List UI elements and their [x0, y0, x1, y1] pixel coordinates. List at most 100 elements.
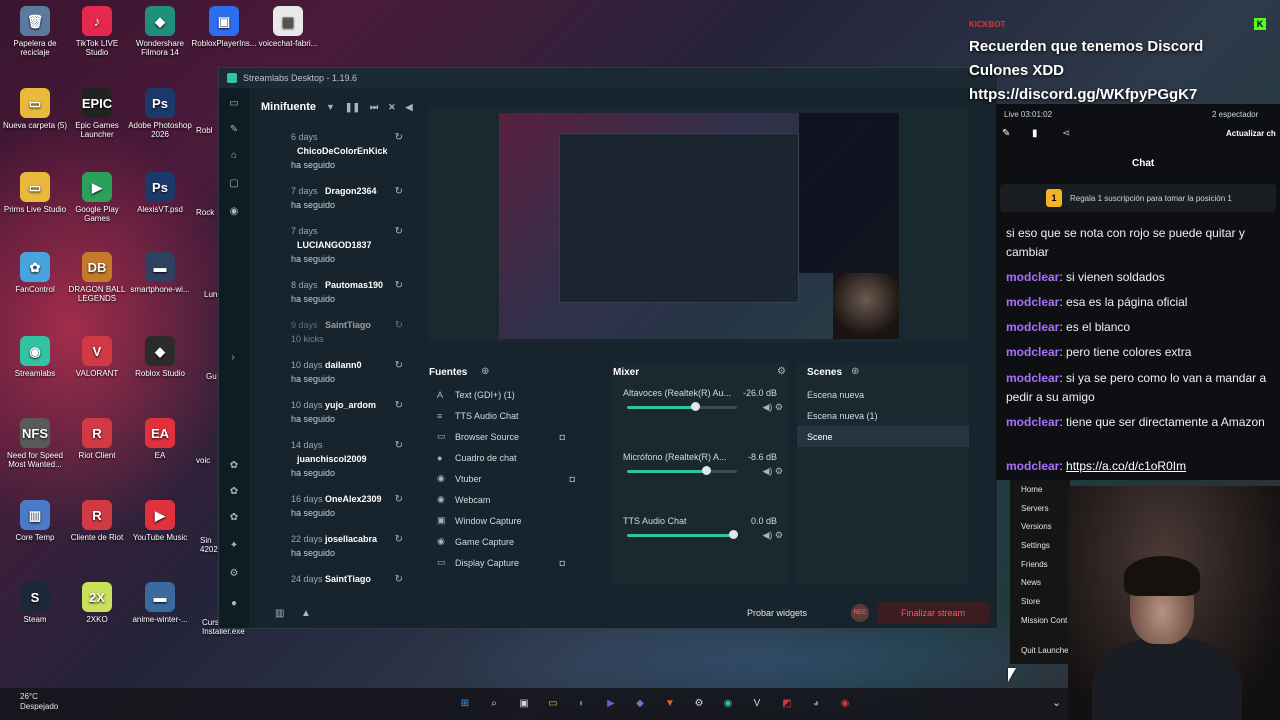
mute-icon[interactable]: ✕: [388, 102, 396, 113]
replay-icon[interactable]: ↻: [395, 132, 403, 143]
source-item[interactable]: ◉ Webcam: [429, 489, 601, 510]
source-item[interactable]: A Text (GDI+) (1): [429, 384, 601, 405]
app-icon[interactable]: ✿: [228, 486, 240, 498]
context-menu-item[interactable]: Versions: [1021, 522, 1052, 531]
desktop-icon[interactable]: ✿ FanControl: [2, 252, 68, 294]
streamlabs-icon[interactable]: ◉: [720, 695, 736, 711]
desktop-icon[interactable]: V VALORANT: [64, 336, 130, 378]
volume-icon[interactable]: ◀: [406, 102, 413, 113]
clip-icon[interactable]: ▮: [1032, 128, 1038, 139]
source-item[interactable]: ▭ Browser Source ◘: [429, 426, 601, 447]
end-stream-button[interactable]: Finalizar stream: [877, 602, 989, 624]
gift-sub-banner[interactable]: Regala 1 suscripción para tomar la posic…: [1000, 184, 1276, 212]
context-menu-item[interactable]: Servers: [1021, 504, 1049, 513]
desktop-icon[interactable]: ◆ Roblox Studio: [127, 336, 193, 378]
task-view-icon[interactable]: ▣: [516, 695, 532, 711]
apps-icon[interactable]: ✿: [228, 460, 240, 472]
update-button[interactable]: Actualizar ch: [1226, 129, 1276, 138]
lock-icon[interactable]: ◘: [560, 432, 565, 442]
mixer-settings-icon[interactable]: ⚙: [777, 366, 786, 377]
context-menu-item[interactable]: Store: [1021, 597, 1040, 606]
context-menu-item[interactable]: Home: [1021, 485, 1042, 494]
skip-icon[interactable]: ⏭: [370, 102, 378, 113]
desktop-icon[interactable]: ◆ Wondershare Filmora 14: [127, 6, 193, 57]
vegas-icon[interactable]: V: [749, 695, 765, 711]
desktop-icon[interactable]: ▤ voicechat-fabri...: [255, 6, 321, 48]
recorder-icon[interactable]: ◉: [837, 695, 853, 711]
lock-icon[interactable]: ◘: [560, 558, 565, 568]
filter-icon[interactable]: ▼: [326, 102, 335, 112]
stats-icon[interactable]: ▥: [275, 608, 284, 619]
volume-knob[interactable]: [691, 402, 701, 411]
chat-username[interactable]: modclear: [1006, 295, 1059, 309]
desktop-icon[interactable]: R Cliente de Riot: [64, 500, 130, 542]
desktop-icon[interactable]: 2X 2XKO: [64, 582, 130, 624]
replay-icon[interactable]: ↻: [395, 440, 403, 451]
volume-slider[interactable]: [627, 466, 737, 475]
share-icon[interactable]: ⋖: [1062, 128, 1070, 139]
desktop-icon[interactable]: Ps Adobe Photoshop 2026: [127, 88, 193, 139]
windows-start-icon[interactable]: ⊞: [457, 695, 473, 711]
chat-username[interactable]: modclear: [1006, 459, 1059, 473]
desktop-icon[interactable]: ♪ TikTok LIVE Studio: [64, 6, 130, 57]
chat-username[interactable]: modclear: [1006, 371, 1059, 385]
sparkle-icon[interactable]: ✦: [228, 540, 240, 552]
replay-icon[interactable]: ↻: [395, 574, 403, 585]
editor-icon[interactable]: ▭: [228, 98, 240, 110]
scene-item[interactable]: Escena nueva (1): [797, 405, 969, 426]
record-button[interactable]: REC: [851, 604, 869, 622]
scene-item[interactable]: Scene: [797, 426, 969, 447]
replay-icon[interactable]: ↻: [395, 534, 403, 545]
replay-icon[interactable]: ↻: [395, 226, 403, 237]
app-icon[interactable]: ◆: [632, 695, 648, 711]
replay-icon[interactable]: ↻: [395, 400, 403, 411]
volume-mute-icon[interactable]: ◀) ⚙: [763, 466, 784, 477]
desktop-icon[interactable]: NFS Need for Speed Most Wanted...: [2, 418, 68, 469]
context-menu-item[interactable]: News: [1021, 578, 1041, 587]
gear-app-icon[interactable]: ⚙: [691, 695, 707, 711]
context-menu-item[interactable]: Quit Launche: [1021, 646, 1069, 655]
volume-mute-icon[interactable]: ◀) ⚙: [763, 530, 784, 541]
studio-icon[interactable]: ◩: [779, 695, 795, 711]
source-item[interactable]: ▣ Window Capture: [429, 510, 601, 531]
app-icon[interactable]: ✿: [228, 512, 240, 524]
source-item[interactable]: ● Cuadro de chat: [429, 447, 601, 468]
add-scene-icon[interactable]: ⊕: [851, 366, 859, 377]
desktop-icon[interactable]: ▭ Prims Live Studio: [2, 172, 68, 214]
scene-item[interactable]: Escena nueva: [797, 384, 969, 405]
source-item[interactable]: ◉ Vtuber ◘: [429, 468, 601, 489]
add-source-icon[interactable]: ⊕: [481, 366, 489, 377]
test-widgets-button[interactable]: Probar widgets: [747, 608, 807, 618]
desktop-icon[interactable]: EA EA: [127, 418, 193, 460]
desktop-icon[interactable]: ▭ Nueva carpeta (5): [2, 88, 68, 130]
edge-icon[interactable]: ◐: [574, 695, 590, 711]
chat-username[interactable]: modclear: [1006, 320, 1059, 334]
context-menu-item[interactable]: Friends: [1021, 560, 1048, 569]
desktop-icon[interactable]: ▬ anime-winter-...: [127, 582, 193, 624]
store-icon[interactable]: ⌂: [228, 150, 240, 162]
replay-icon[interactable]: ↻: [395, 186, 403, 197]
lock-icon[interactable]: ◘: [570, 474, 575, 484]
desktop-icon[interactable]: EPIC Epic Games Launcher: [64, 88, 130, 139]
volume-slider[interactable]: [627, 402, 737, 411]
chat-username[interactable]: modclear: [1006, 415, 1059, 429]
settings-icon[interactable]: ⚙: [228, 568, 240, 580]
replay-icon[interactable]: ↻: [395, 280, 403, 291]
desktop-icon[interactable]: ▶ YouTube Music: [127, 500, 193, 542]
volume-slider[interactable]: [627, 530, 738, 539]
desktop-icon[interactable]: Ps AlexisVT.psd: [127, 172, 193, 214]
replay-icon[interactable]: ↻: [395, 360, 403, 371]
source-item[interactable]: ▭ Display Capture ◘: [429, 552, 601, 573]
stream-preview[interactable]: [429, 108, 969, 342]
themes-icon[interactable]: ✎: [228, 124, 240, 136]
desktop-icon[interactable]: R Riot Client: [64, 418, 130, 460]
weather-widget[interactable]: 26°C Despejado: [20, 692, 58, 712]
desktop-icon[interactable]: DB DRAGON BALL LEGENDS: [64, 252, 130, 303]
volume-knob[interactable]: [702, 466, 712, 475]
desktop-icon[interactable]: ▶ Google Play Games: [64, 172, 130, 223]
expand-chevron-icon[interactable]: ›: [227, 352, 239, 364]
source-item[interactable]: ◉ Game Capture: [429, 531, 601, 552]
brave-icon[interactable]: ▼: [662, 695, 678, 711]
replay-icon[interactable]: ↻: [395, 494, 403, 505]
search-icon[interactable]: ⌕: [486, 695, 502, 711]
